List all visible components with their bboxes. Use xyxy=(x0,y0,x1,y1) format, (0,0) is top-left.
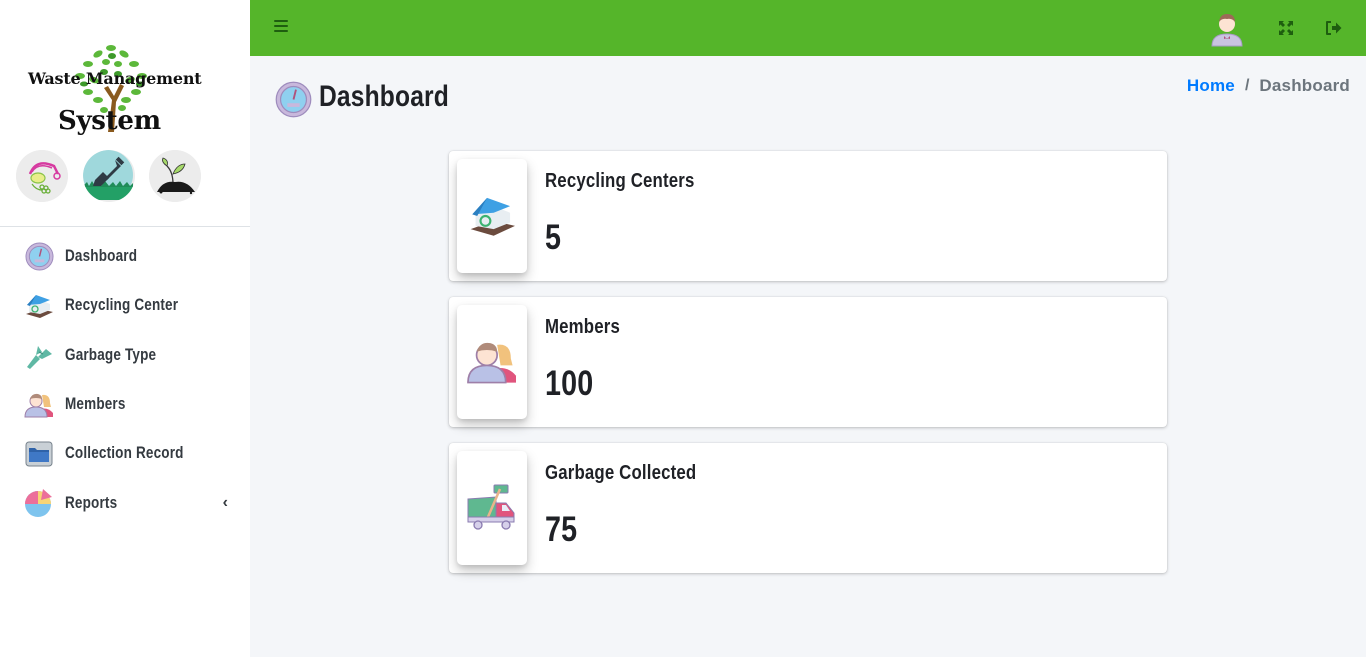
stat-value: 100 xyxy=(545,364,594,403)
stat-card-members: Members 100 xyxy=(449,297,1167,427)
user-avatar-icon[interactable] xyxy=(1208,10,1246,48)
recycling-house-icon xyxy=(24,291,54,321)
sidebar: Waste Management System Dashboard Recycl… xyxy=(0,0,250,657)
breadcrumb-home-link[interactable]: Home xyxy=(1187,76,1235,96)
recycle-leaf-icon xyxy=(16,150,68,202)
sidebar-item-recycling-center[interactable]: Recycling Center xyxy=(0,281,250,330)
sidebar-item-garbage-type[interactable]: Garbage Type xyxy=(0,331,250,380)
chevron-left-icon[interactable]: ‹ xyxy=(223,494,228,512)
sidebar-item-label: Garbage Type xyxy=(65,345,157,364)
stat-label: Garbage Collected xyxy=(545,461,697,484)
sidebar-item-label: Recycling Center xyxy=(65,296,179,315)
stat-card-garbage-collected: Garbage Collected 75 xyxy=(449,443,1167,573)
breadcrumb-current: Dashboard xyxy=(1259,76,1350,95)
sidebar-item-collection-record[interactable]: Collection Record xyxy=(0,429,250,478)
logout-icon[interactable] xyxy=(1325,20,1342,36)
brand-title-line2: System xyxy=(58,106,161,136)
sidebar-item-label: Dashboard xyxy=(65,247,138,266)
sidebar-item-dashboard[interactable]: Dashboard xyxy=(0,232,250,281)
folder-icon xyxy=(24,439,54,469)
stat-label: Members xyxy=(545,315,620,338)
sprout-soil-icon xyxy=(149,150,201,202)
sidebar-item-members[interactable]: Members xyxy=(0,380,250,429)
topbar xyxy=(250,0,1366,56)
brand-title-line1: Waste Management xyxy=(28,69,202,88)
speedometer-icon xyxy=(275,81,312,118)
fullscreen-icon[interactable] xyxy=(1278,20,1294,36)
stat-value: 75 xyxy=(545,510,578,549)
sidebar-item-label: Members xyxy=(65,395,126,414)
brand[interactable]: Waste Management System xyxy=(0,0,250,227)
recycling-house-icon xyxy=(457,159,527,273)
hamburger-icon[interactable] xyxy=(274,20,288,34)
speedometer-icon xyxy=(24,242,54,272)
page-title: Dashboard xyxy=(319,80,449,113)
members-icon xyxy=(457,305,527,419)
shovel-icon xyxy=(83,150,135,202)
stat-card-recycling-centers: Recycling Centers 5 xyxy=(449,151,1167,281)
members-icon xyxy=(24,390,54,420)
stat-label: Recycling Centers xyxy=(545,169,695,192)
sidebar-item-reports[interactable]: Reports ‹ xyxy=(0,478,250,527)
breadcrumb-separator: / xyxy=(1244,77,1250,94)
stat-value: 5 xyxy=(545,218,562,257)
sidebar-item-label: Reports xyxy=(65,493,118,512)
breadcrumb: Home / Dashboard xyxy=(1187,76,1350,96)
sidebar-nav: Dashboard Recycling Center Garbage Type … xyxy=(0,232,250,528)
sidebar-item-label: Collection Record xyxy=(65,444,184,463)
garbage-type-icon xyxy=(24,340,54,370)
pie-chart-icon xyxy=(24,488,54,518)
garbage-truck-icon xyxy=(457,451,527,565)
